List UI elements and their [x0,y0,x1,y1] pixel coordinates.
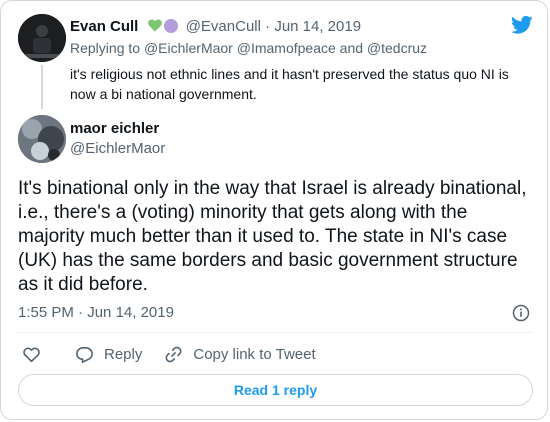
tweet-time: 1:55 PM [18,304,74,321]
mention-link[interactable]: @tedcruz [367,40,427,56]
copy-link-button[interactable]: Copy link to Tweet [164,345,316,364]
reply-icon [76,346,93,363]
link-icon [165,346,182,362]
thread-connector [41,65,43,109]
copy-link-label: Copy link to Tweet [193,345,316,363]
author-avatar[interactable] [18,115,66,163]
green-heart-icon [147,19,162,32]
author-name[interactable]: maor eichler [70,119,159,139]
replying-prefix: Replying to [70,40,141,56]
tweet-sep: · [78,304,84,321]
replying-and: and [339,40,364,56]
parent-handle[interactable]: @EvanCull [186,18,261,35]
action-bar: Reply Copy link to Tweet [18,343,316,365]
like-heart-icon [23,347,40,362]
parent-text: it's religious not ethnic lines and it h… [70,66,509,102]
tweet-card: Evan Cull @EvanCull · Jun 14, 2019 Reply… [0,0,548,420]
reply-label: Reply [104,345,143,363]
reply-button[interactable]: Reply [75,345,142,364]
info-icon[interactable] [512,304,530,322]
like-button[interactable] [22,345,41,364]
author-avatar-image [18,115,66,163]
parent-avatar-image [18,14,66,62]
read-replies-label: Read 1 reply [233,382,318,398]
replying-to: Replying to @EichlerMaor @Imamofpeace an… [70,39,427,57]
parent-name[interactable]: Evan Cull [70,18,138,35]
parent-header: Evan Cull @EvanCull · Jun 14, 2019 [70,17,361,37]
parent-sep: · [265,18,271,35]
mention-link[interactable]: @Imamofpeace [237,40,336,56]
read-replies-button[interactable]: Read 1 reply [18,374,533,406]
parent-date[interactable]: Jun 14, 2019 [274,18,361,35]
parent-avatar[interactable] [18,14,66,62]
author-handle[interactable]: @EichlerMaor [70,139,165,159]
tweet-date: Jun 14, 2019 [87,304,174,321]
tweet-timestamp[interactable]: 1:55 PM · Jun 14, 2019 [18,303,174,323]
purple-circle-icon [163,19,178,33]
twitter-bird-icon[interactable] [511,15,533,35]
tweet-text: It's binational only in the way that Isr… [18,178,527,295]
mention-link[interactable]: @EichlerMaor [144,40,233,56]
divider [18,332,533,333]
